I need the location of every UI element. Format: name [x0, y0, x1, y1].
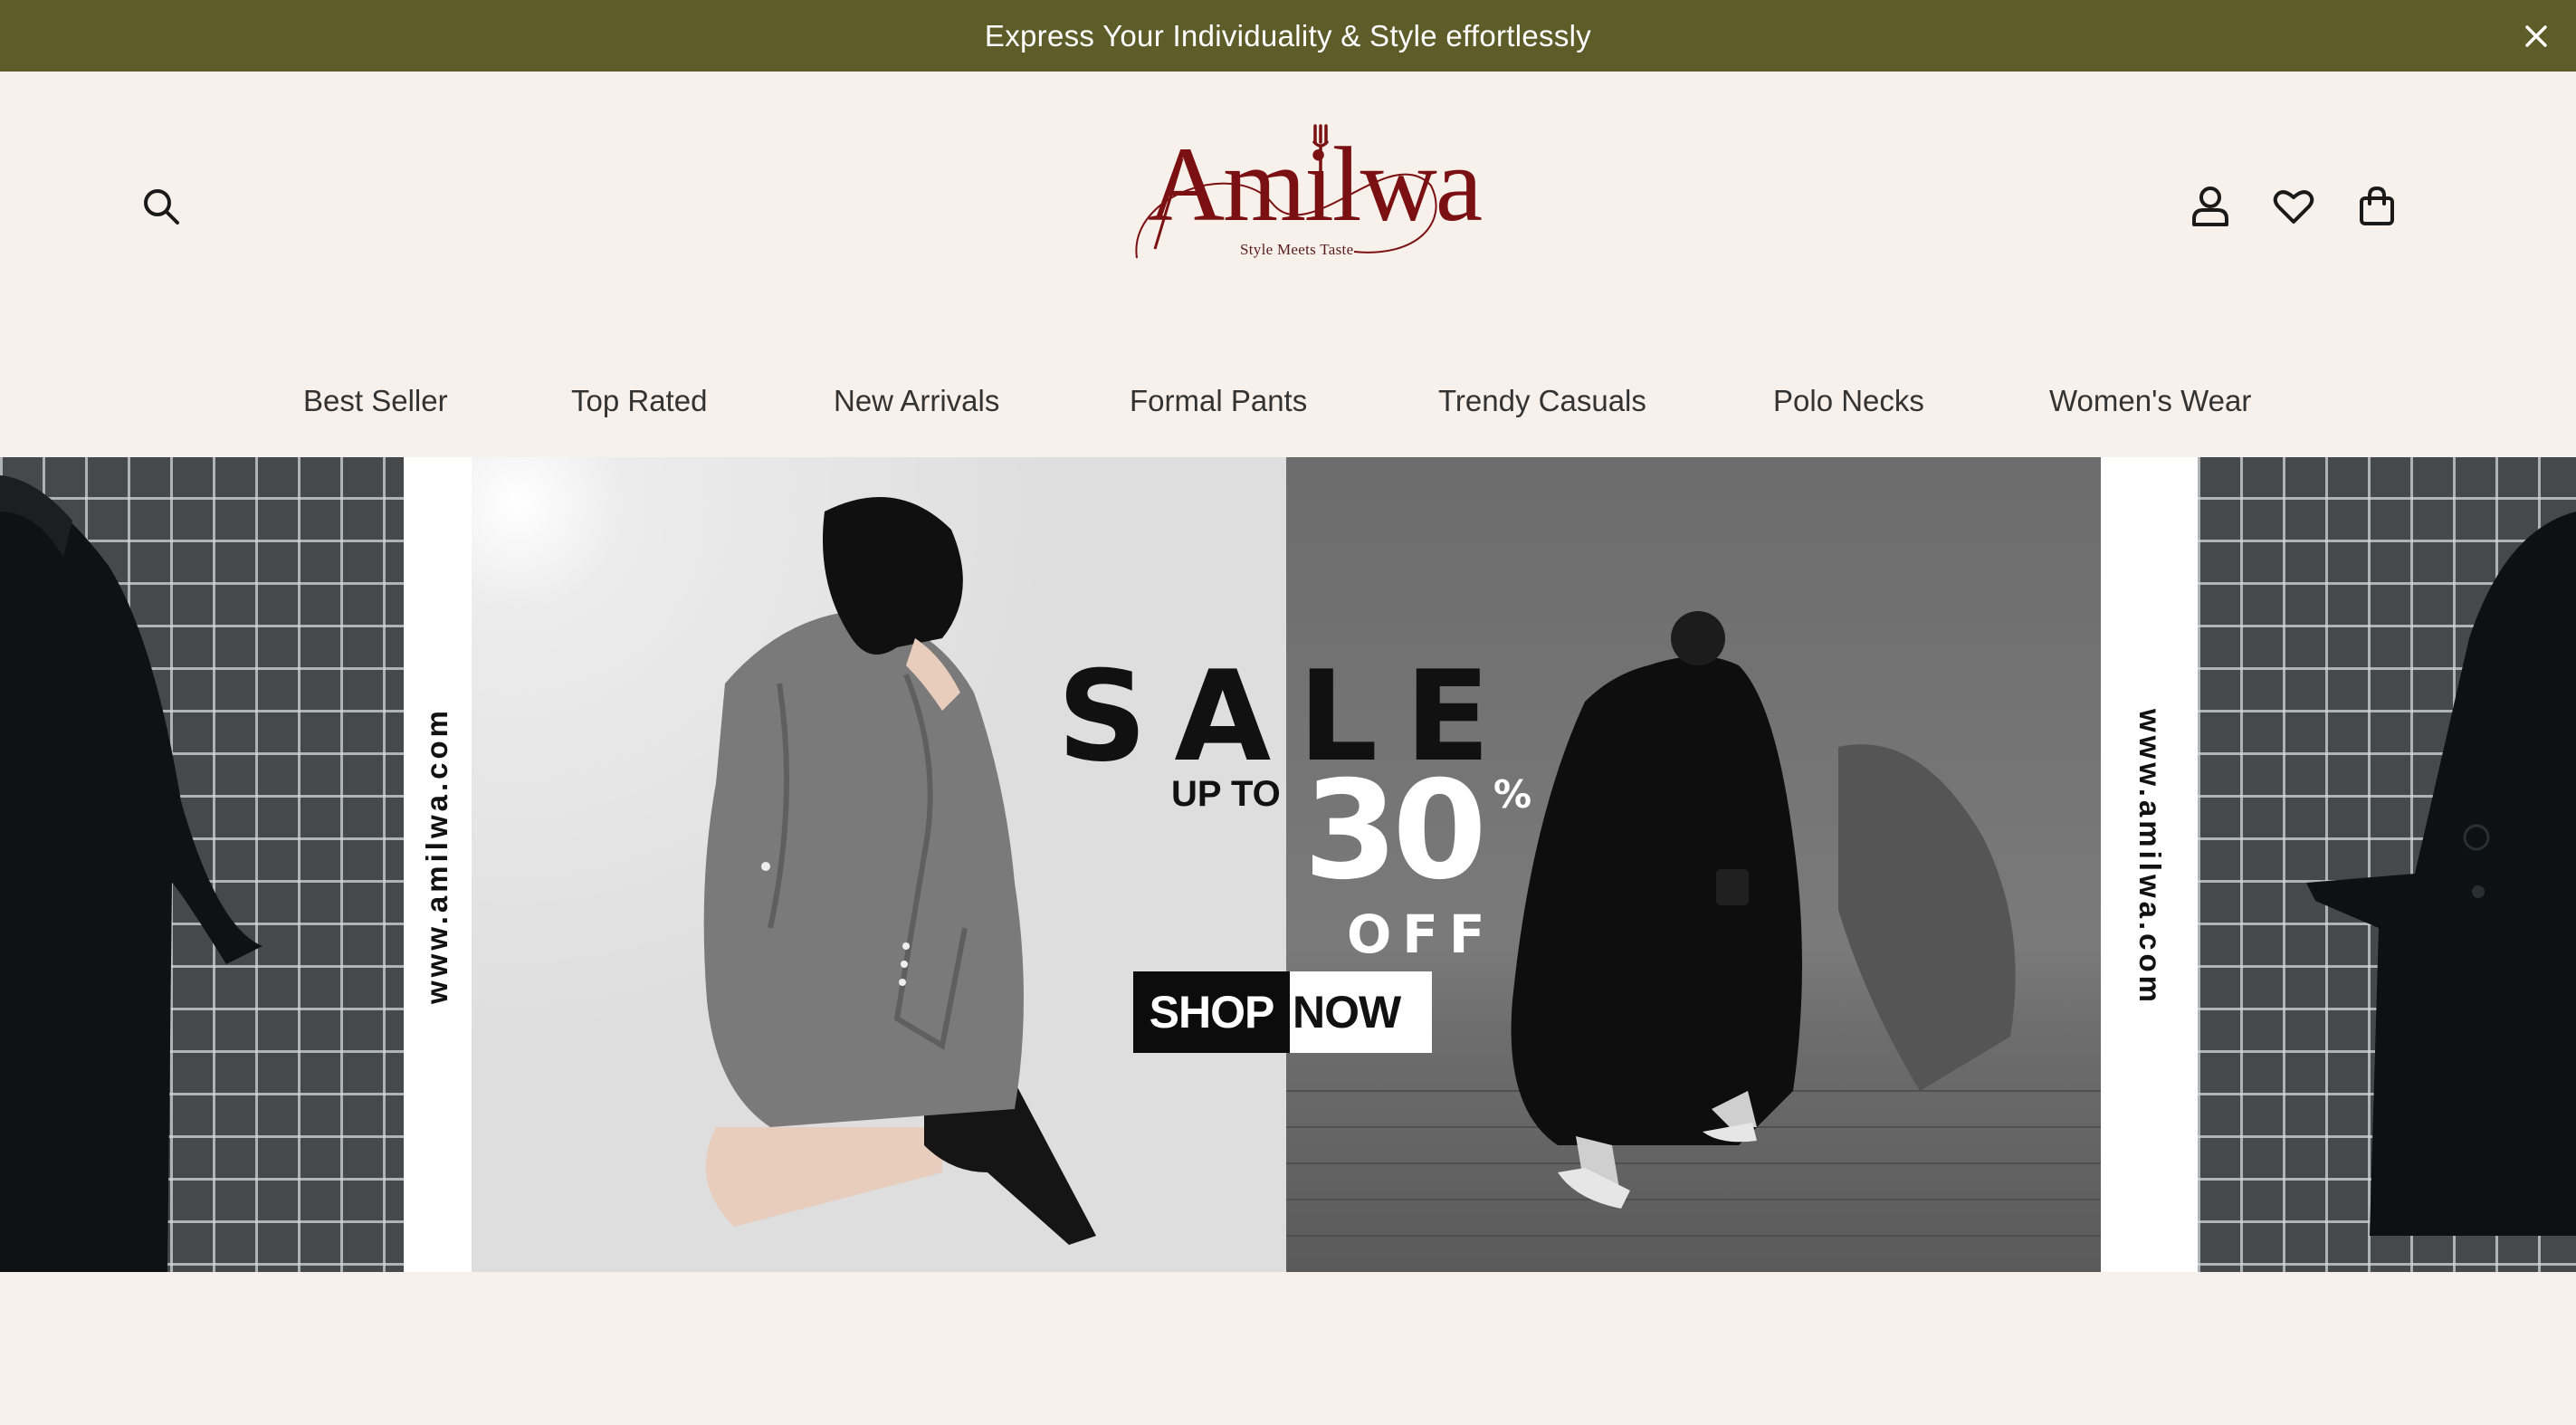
announcement-bar: Express Your Individuality & Style effor…	[0, 0, 2576, 72]
nav-item-polo-necks[interactable]: Polo Necks	[1773, 371, 1924, 431]
website-left: www.amilwa.com	[420, 706, 453, 1005]
hero-banner[interactable]: www.amilwa.com www.amilwa.com SALE UP TO…	[0, 457, 2576, 1272]
shop-now-button[interactable]: SHOP NOW	[1133, 971, 1432, 1053]
now-label: NOW	[1290, 971, 1432, 1053]
model-blazer-image	[472, 457, 1286, 1272]
up-to-label: UP TO	[1171, 774, 1281, 814]
nav-item-best-seller[interactable]: Best Seller	[303, 371, 448, 431]
nav-item-new-arrivals[interactable]: New Arrivals	[834, 371, 999, 431]
discount-number: 30	[1303, 752, 1487, 910]
nav-item-womens-wear[interactable]: Women's Wear	[2049, 371, 2251, 431]
right-coat-image	[2198, 457, 2576, 1272]
website-right: www.amilwa.com	[2133, 708, 2167, 1007]
announcement-text: Express Your Individuality & Style effor…	[984, 19, 1592, 53]
logo-tagline: Style Meets Taste	[1240, 241, 1354, 258]
nav-item-top-rated[interactable]: Top Rated	[571, 371, 707, 431]
shop-label: SHOP	[1133, 971, 1290, 1053]
left-coat-image	[0, 457, 404, 1272]
search-icon[interactable]	[136, 181, 186, 232]
nav-item-trendy-casuals[interactable]: Trendy Casuals	[1438, 371, 1646, 431]
nav-item-formal-pants[interactable]: Formal Pants	[1130, 371, 1307, 431]
wishlist-heart-icon[interactable]	[2268, 181, 2319, 232]
off-label: OFF	[1347, 904, 1496, 965]
close-icon[interactable]	[2518, 18, 2554, 54]
brand-logo[interactable]: Amilwa Style Meets Taste	[1128, 122, 1483, 267]
account-icon[interactable]	[2185, 181, 2236, 232]
main-navigation: Best Seller Top Rated New Arrivals Forma…	[0, 371, 2576, 431]
shopping-bag-icon[interactable]	[2352, 181, 2402, 232]
percent-sign: %	[1493, 772, 1532, 817]
logo-wordmark: Amilwa	[1148, 125, 1483, 244]
